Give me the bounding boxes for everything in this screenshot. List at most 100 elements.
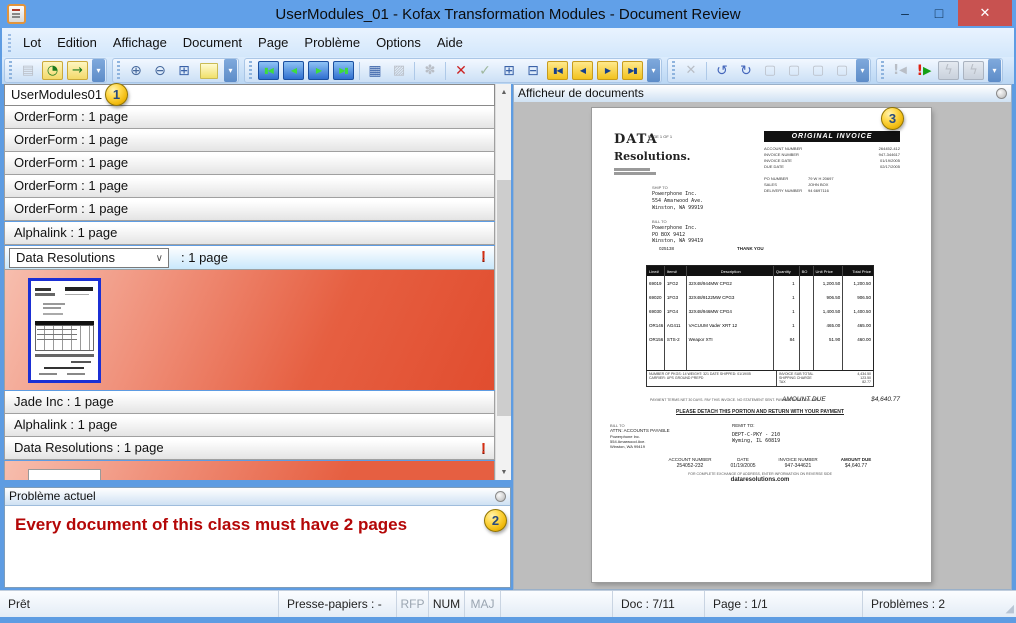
scrollbar-down-icon[interactable]: ▼ <box>496 464 512 480</box>
toolbar-overflow-icon[interactable]: ▾ <box>647 59 660 82</box>
pin-icon[interactable] <box>495 491 506 502</box>
document-row[interactable]: OrderForm : 1 page <box>4 129 495 152</box>
tree-view-button[interactable]: ▦ <box>363 60 387 81</box>
annotation-note-button[interactable] <box>200 63 218 79</box>
extraction-wand-button[interactable]: ✽ <box>418 60 442 81</box>
document-row[interactable]: Alphalink : 1 page <box>4 222 495 245</box>
toolbar-overflow-icon[interactable]: ▾ <box>856 59 869 82</box>
toolbar-overflow-icon[interactable]: ▾ <box>92 59 105 82</box>
document-row[interactable]: OrderForm : 1 page <box>4 175 495 198</box>
invoice-company-name: Resolutions. <box>614 150 690 163</box>
invoice-thank-you: THANK YOU <box>737 246 764 251</box>
title-bar: UserModules_01 - Kofax Transformation Mo… <box>0 0 1016 28</box>
menu-aide[interactable]: Aide <box>429 32 471 53</box>
rotate-180-button[interactable]: ▢ <box>806 60 830 81</box>
minimize-button[interactable]: – <box>890 0 920 26</box>
status-rfp: RFP <box>396 591 428 617</box>
toolbar-grip[interactable] <box>881 61 884 80</box>
fit-page-button[interactable]: ⊞ <box>172 60 196 81</box>
pin-icon[interactable] <box>996 88 1007 99</box>
rotate-page-right-button[interactable]: ↻ <box>734 60 758 81</box>
class-combobox[interactable]: Data Resolutions ∨ <box>9 248 169 268</box>
expand-all-button[interactable]: ⊞ <box>497 60 521 81</box>
toolbar-grip[interactable] <box>9 61 12 80</box>
problem-exclamation-icon: ! <box>481 438 486 460</box>
batch-tab-header[interactable]: UserModules01 <box>4 84 495 106</box>
document-row[interactable]: Jade Inc : 1 page <box>4 391 495 414</box>
document-row[interactable]: OrderForm : 1 page <box>4 106 495 129</box>
rotate-right-90-button[interactable]: ▢ <box>782 60 806 81</box>
toolbar-grip[interactable] <box>117 61 120 80</box>
menu-options[interactable]: Options <box>368 32 429 53</box>
zoom-in-button[interactable]: ⊕ <box>124 60 148 81</box>
remit-to-line: Wyming, IL 60819 <box>732 438 780 444</box>
toolbar-grip[interactable] <box>672 61 675 80</box>
route-batch-button[interactable]: ▤ <box>16 60 40 81</box>
page-thumbnail[interactable] <box>28 278 101 383</box>
rotate-all-pages-button[interactable]: ▢ <box>830 60 854 81</box>
toolbar-overflow-icon[interactable]: ▾ <box>224 59 237 82</box>
document-list-scrollbar[interactable]: ▲ ▼ <box>495 84 511 480</box>
toolbar-separator <box>445 62 446 80</box>
page-thumbnail[interactable] <box>28 469 101 480</box>
document-row[interactable]: OrderForm : 1 page <box>4 152 495 175</box>
zoom-out-button[interactable]: ⊖ <box>148 60 172 81</box>
rotate-page-left-button[interactable]: ↺ <box>710 60 734 81</box>
toolbar-grip[interactable] <box>249 61 252 80</box>
menu-affichage[interactable]: Affichage <box>105 32 175 53</box>
toolbar-separator <box>359 62 360 80</box>
footer-col-label: DATE <box>718 457 768 462</box>
document-row[interactable]: OrderForm : 1 page <box>4 198 495 221</box>
menu-probleme[interactable]: Problème <box>296 32 368 53</box>
chevron-down-icon[interactable]: ∨ <box>156 250 163 268</box>
collapse-all-button[interactable]: ⊟ <box>521 60 545 81</box>
viewer-header: Afficheur de documents <box>514 85 1011 103</box>
selected-document-row[interactable]: Data Resolutions ∨ : 1 page ! <box>4 246 495 270</box>
close-batch-button[interactable]: → <box>67 61 88 80</box>
invoice-detach-line: PLEASE DETACH THIS PORTION AND RETURN WI… <box>646 409 874 415</box>
document-page[interactable]: PAGE 1 OF 1 ORIGINAL INVOICE ACCOUNT NUM… <box>592 108 931 582</box>
previous-folder-button[interactable]: ◀ <box>572 61 593 80</box>
next-document-button[interactable]: ▶ <box>308 61 329 80</box>
first-document-button[interactable]: ▮◀ <box>258 61 279 80</box>
close-button[interactable]: ✕ <box>958 0 1012 26</box>
previous-problem-button[interactable]: ! ◀ <box>888 60 912 81</box>
viewer-canvas[interactable]: PAGE 1 OF 1 ORIGINAL INVOICE ACCOUNT NUM… <box>514 102 1011 589</box>
document-row[interactable]: Alphalink : 1 page <box>4 414 495 437</box>
run-script-button[interactable]: ϟ <box>938 61 959 80</box>
document-row[interactable]: Data Resolutions : 1 page ! <box>4 437 495 460</box>
first-folder-button[interactable]: ▮◀ <box>547 61 568 80</box>
toolbar-overflow-icon[interactable]: ▾ <box>988 59 1001 82</box>
scrollbar-up-icon[interactable]: ▲ <box>496 84 512 100</box>
invoice-reverse-line: FOR COMPLETE EXCHANGE OF ADDRESS, ENTER … <box>646 472 874 476</box>
next-folder-button[interactable]: ▶ <box>597 61 618 80</box>
resize-grip-icon[interactable]: ◢ <box>1000 591 1016 617</box>
invoice-carrier-line: CARRIER: UPS GROUND PREPD <box>649 376 774 380</box>
classify-document-button[interactable]: ▨ <box>387 60 411 81</box>
invoice-amount-due: AMOUNT DUE $4,640.77 <box>782 396 900 403</box>
company-address-blur <box>614 168 650 171</box>
menu-document[interactable]: Document <box>175 32 250 53</box>
last-document-button[interactable]: ▶▮ <box>333 61 354 80</box>
current-problem-panel: Problème actuel Every document of this c… <box>4 487 511 588</box>
footer-col-label: INVOICE NUMBER <box>770 457 826 462</box>
next-problem-button[interactable]: ! ▶ <box>912 60 936 81</box>
menu-lot[interactable]: Lot <box>15 32 49 53</box>
stop-script-button[interactable]: ϟ <box>963 61 984 80</box>
last-folder-button[interactable]: ▶▮ <box>622 61 643 80</box>
menu-edition[interactable]: Edition <box>49 32 105 53</box>
suspend-batch-button[interactable]: ◔ <box>42 61 63 80</box>
menu-page[interactable]: Page <box>250 32 296 53</box>
rotate-left-90-button[interactable]: ▢ <box>758 60 782 81</box>
validate-document-button[interactable]: ✓ <box>473 60 497 81</box>
delete-document-button[interactable]: ✕ <box>449 60 473 81</box>
scrollbar-thumb[interactable] <box>497 180 511 416</box>
problem-toolbar-group: ! ◀ ! ▶ ϟ ϟ ▾ <box>876 58 1003 83</box>
invoice-line-items-table: Line#Item#DescriptionQuantityBOUnit Pric… <box>646 265 874 371</box>
delete-page-button[interactable]: ✕ <box>679 60 703 81</box>
invoice-table-row: 690201FG332X48/9122MW CPG31906.50906.50 <box>647 290 873 304</box>
previous-document-button[interactable]: ◀ <box>283 61 304 80</box>
status-empty <box>500 591 612 617</box>
thumbnail-strip <box>4 270 495 390</box>
maximize-button[interactable]: □ <box>924 0 954 26</box>
